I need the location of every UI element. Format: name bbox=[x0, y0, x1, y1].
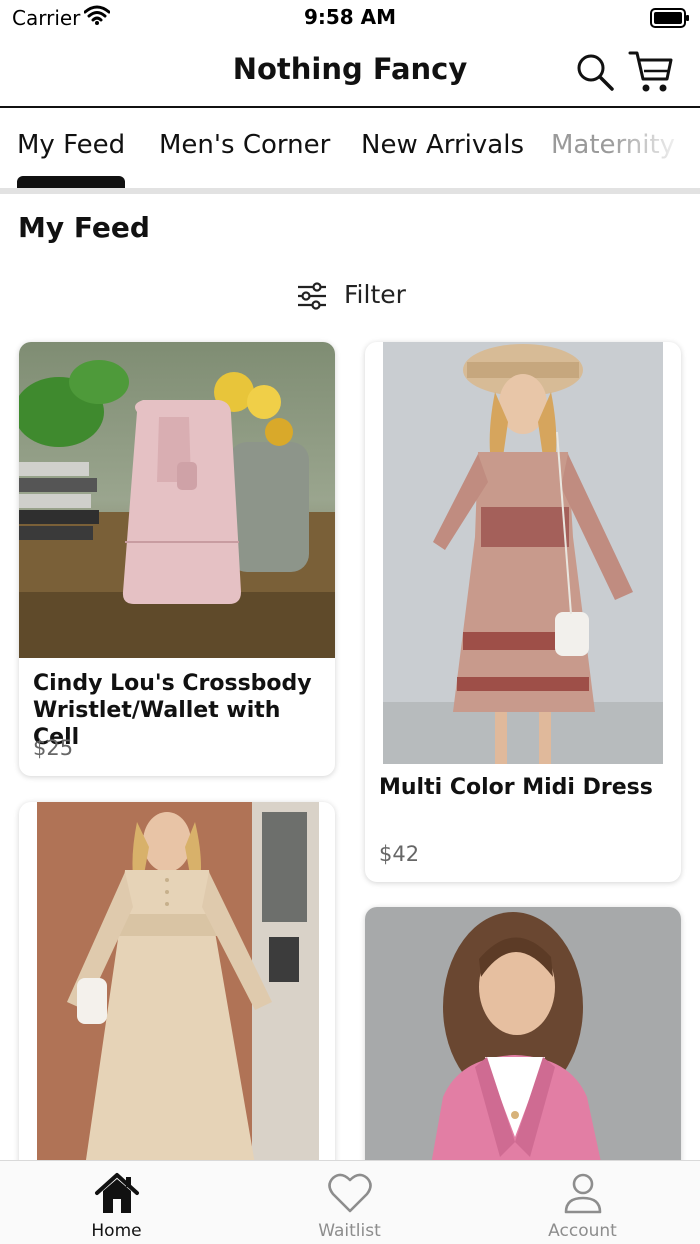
person-icon bbox=[564, 1173, 601, 1214]
product-image-beige-long-dress bbox=[37, 802, 319, 1222]
status-bar: Carrier 9:58 AM bbox=[0, 0, 700, 36]
battery-icon bbox=[650, 8, 689, 28]
app-header: Nothing Fancy bbox=[0, 36, 700, 108]
filter-icon bbox=[298, 282, 326, 310]
app-screen: Carrier 9:58 AM Nothing Fancy My Feed Me… bbox=[0, 0, 700, 1244]
product-price: $25 bbox=[33, 736, 74, 760]
product-card[interactable]: Cindy Lou's Crossbody Wristlet/Wallet wi… bbox=[19, 342, 335, 776]
search-icon bbox=[577, 54, 614, 91]
heart-icon bbox=[327, 1173, 372, 1213]
search-button[interactable] bbox=[575, 52, 615, 92]
bottom-tab-bar: Home Waitlist Account bbox=[0, 1160, 700, 1244]
nav-waitlist-label: Waitlist bbox=[318, 1221, 381, 1241]
tab-mens-corner[interactable]: Men's Corner bbox=[159, 130, 330, 160]
tab-new-arrivals[interactable]: New Arrivals bbox=[361, 130, 524, 160]
product-image-crossbody-wallet bbox=[19, 342, 335, 658]
product-card[interactable]: Multi Color Midi Dress $42 bbox=[365, 342, 681, 882]
cart-icon bbox=[628, 51, 673, 92]
filter-label: Filter bbox=[344, 280, 406, 309]
cart-button[interactable] bbox=[628, 49, 674, 95]
status-time: 9:58 AM bbox=[303, 5, 397, 29]
nav-account-label: Account bbox=[548, 1221, 617, 1241]
tab-overflow-fade bbox=[610, 110, 700, 188]
product-name: Cindy Lou's Crossbody Wristlet/Wallet wi… bbox=[33, 671, 312, 750]
active-tab-indicator bbox=[17, 176, 125, 188]
home-icon bbox=[94, 1173, 139, 1213]
filter-button[interactable]: Filter bbox=[296, 278, 416, 314]
product-card[interactable] bbox=[19, 802, 335, 1222]
page-title: My Feed bbox=[18, 211, 150, 244]
product-name: Multi Color Midi Dress bbox=[379, 775, 653, 800]
product-price: $42 bbox=[379, 842, 420, 866]
nav-home-label: Home bbox=[91, 1221, 142, 1241]
nav-home[interactable]: Home bbox=[0, 1161, 233, 1244]
tab-my-feed[interactable]: My Feed bbox=[17, 130, 125, 160]
nav-account[interactable]: Account bbox=[466, 1161, 699, 1244]
category-tab-bar: My Feed Men's Corner New Arrivals Matern… bbox=[0, 110, 700, 194]
nav-waitlist[interactable]: Waitlist bbox=[233, 1161, 466, 1244]
product-image-floral-midi-dress bbox=[383, 342, 663, 764]
